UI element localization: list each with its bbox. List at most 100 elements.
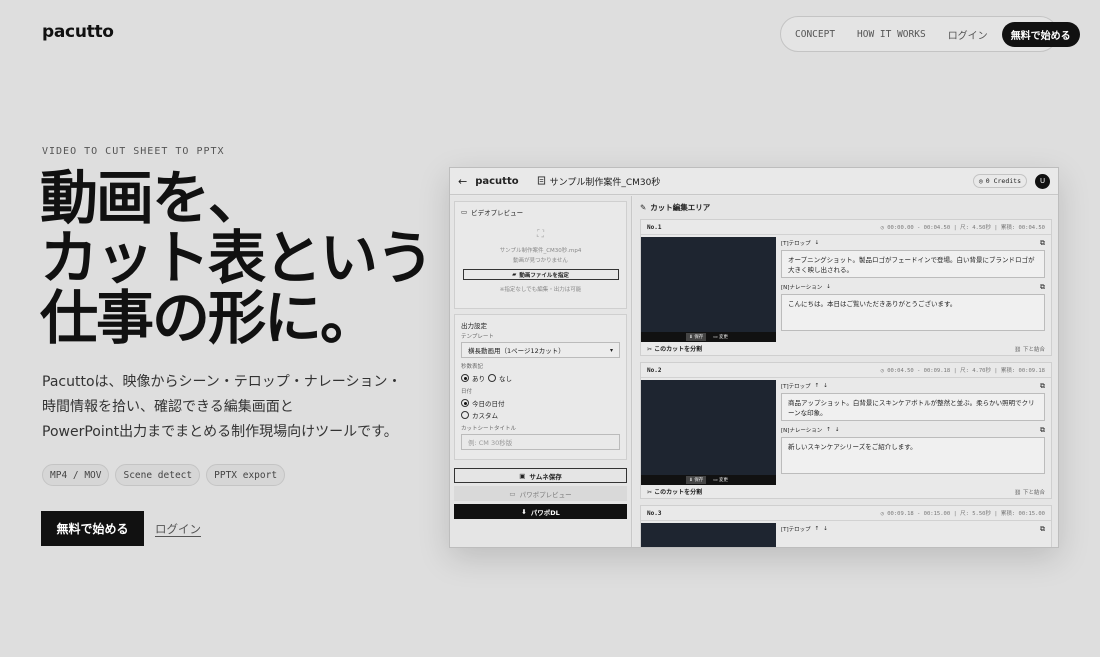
description-line-3: PowerPoint出力までまとめる制作現場向けツールです。 xyxy=(42,424,398,440)
telop-row: [T]テロップ ↑ ↓ ⧉ xyxy=(781,524,1045,534)
video-preview-box: ⛶ サンプル制作案件_CM30秒.mp4 動画が見つかりません ▰ 動画ファイル… xyxy=(461,217,620,303)
nav-signup-button[interactable]: 無料で始める xyxy=(1001,21,1080,47)
split-cut-button[interactable]: ✂ このカットを分割 xyxy=(647,487,702,496)
date-today-label: 今日の日付 xyxy=(472,400,505,408)
nav-login[interactable]: ログイン xyxy=(948,27,988,42)
template-label: テンプレート xyxy=(461,334,494,340)
cut-timecode-text: 00:04.50 - 00:09.18 | 尺: 4.70秒 | 累積: 00:… xyxy=(887,368,1045,374)
date-today-radio[interactable] xyxy=(461,399,469,407)
narration-textarea[interactable]: 新しいスキンケアシリーズをご紹介します。 xyxy=(781,437,1045,474)
cut-thumbnail[interactable] xyxy=(641,523,776,547)
settings-sidebar: ▭ ビデオプレビュー ⛶ サンプル制作案件_CM30秒.mp4 動画が見つかりま… xyxy=(450,196,632,547)
split-cut-button[interactable]: ✂ このカットを分割 xyxy=(647,344,702,353)
telop-textarea[interactable]: 商品アップショット。白背景にスキンケアボトルが整然と並ぶ。柔らかい照明でクリーン… xyxy=(781,393,1045,421)
credits-badge[interactable]: ◎ 0 Credits xyxy=(972,174,1027,188)
copy-icon[interactable]: ⧉ xyxy=(1040,283,1045,292)
cut-timecode-text: 00:09.18 - 00:15.00 | 尺: 5.50秒 | 累積: 00:… xyxy=(887,511,1045,517)
app-header: ← pacutto サンプル制作案件_CM30秒 ◎ 0 Credits U xyxy=(450,168,1058,195)
narration-label: [N]ナレーション xyxy=(781,285,823,291)
pptx-download-button[interactable]: ⬇ パワポDL xyxy=(454,504,627,519)
pill-format: MP4 / MOV xyxy=(42,464,110,486)
cut-number: No.1 xyxy=(647,223,662,231)
cut-thumbnail[interactable]: ⬇ 保存 ▭ 変更 xyxy=(641,237,776,342)
edit-icon: ✎ xyxy=(640,202,647,212)
cut-edit-title: ✎ カット編集エリア xyxy=(640,201,1052,213)
output-settings-title: 出力設定 xyxy=(461,322,487,330)
user-avatar[interactable]: U xyxy=(1035,173,1050,189)
thumbnail-change-label: 変更 xyxy=(718,335,728,340)
cut-timecode: ◷ 00:04.50 - 00:09.18 | 尺: 4.70秒 | 累積: 0… xyxy=(880,368,1045,374)
select-video-label: 動画ファイルを指定 xyxy=(519,272,569,279)
narration-textarea[interactable]: こんにちは。本日はご覧いただきありがとうございます。 xyxy=(781,294,1045,331)
date-today-option[interactable]: 今日の日付 xyxy=(461,398,620,408)
preview-filename: サンプル制作案件_CM30秒.mp4 xyxy=(499,248,582,254)
telop-textarea[interactable]: オープニングショット。製品ロゴがフェードインで登場。白い背景にブランドロゴが大き… xyxy=(781,250,1045,278)
app-logo[interactable]: pacutto xyxy=(475,176,518,187)
brand-logo[interactable]: pacutto xyxy=(42,22,114,42)
cut-card: No.1 ◷ 00:00.00 - 00:04.50 | 尺: 4.50秒 | … xyxy=(640,219,1052,356)
arrow-up-icon[interactable]: ↑ xyxy=(826,427,831,433)
video-icon: ▭ xyxy=(461,208,468,216)
nav-concept[interactable]: CONCEPT xyxy=(795,29,835,40)
save-thumbnails-label: サムネ保存 xyxy=(529,472,562,481)
video-preview-label: ビデオプレビュー xyxy=(471,209,524,217)
seconds-no-label: なし xyxy=(499,375,512,383)
seconds-radio-group: あり なし xyxy=(461,373,620,383)
copy-icon[interactable]: ⧉ xyxy=(1040,382,1045,391)
select-video-button[interactable]: ▰ 動画ファイルを指定 xyxy=(462,269,619,280)
cut-fields: [T]テロップ ↑ ↓ ⧉ xyxy=(776,521,1051,547)
telop-label: [T]テロップ xyxy=(781,527,811,533)
arrow-down-icon[interactable]: ↓ xyxy=(823,526,828,532)
thumbnail-save-label: 保存 xyxy=(694,335,704,340)
pill-scene-detect: Scene detect xyxy=(115,464,201,486)
cut-footer: ✂ このカットを分割 ⛓ 下と結合 xyxy=(641,485,1051,498)
merge-below-button[interactable]: ⛓ 下と結合 xyxy=(1014,345,1045,353)
description-line-2: 時間情報を拾い、確認できる編集画面と xyxy=(42,399,294,415)
sheet-title-label: カットシートタイトル xyxy=(461,426,517,432)
cut-timecode: ◷ 00:00.00 - 00:04.50 | 尺: 4.50秒 | 累積: 0… xyxy=(880,225,1045,231)
pptx-preview-button[interactable]: ▭ パワポプレビュー xyxy=(454,486,627,501)
copy-icon[interactable]: ⧉ xyxy=(1040,239,1045,248)
date-custom-option[interactable]: カスタム xyxy=(461,410,620,420)
thumbnail-change-button[interactable]: ▭ 変更 xyxy=(710,476,731,484)
thumbnail-change-button[interactable]: ▭ 変更 xyxy=(710,333,731,341)
arrow-down-icon[interactable]: ↓ xyxy=(815,240,820,246)
cut-thumbnail[interactable]: ⬇ 保存 ▭ 変更 xyxy=(641,380,776,485)
hero-eyebrow: VIDEO TO CUT SHEET TO PPTX xyxy=(42,146,225,157)
nav-how-it-works[interactable]: HOW IT WORKS xyxy=(857,29,926,40)
arrow-up-icon[interactable]: ↑ xyxy=(815,383,820,389)
cut-number: No.3 xyxy=(647,509,662,517)
arrow-down-icon[interactable]: ↓ xyxy=(835,427,840,433)
credits-label: 0 Credits xyxy=(985,177,1021,185)
headline-line-3: 仕事の形に。 xyxy=(40,284,378,352)
copy-icon[interactable]: ⧉ xyxy=(1040,525,1045,534)
merge-below-button[interactable]: ⛓ 下と結合 xyxy=(1014,488,1045,496)
cut-header: No.3 ◷ 00:09.18 - 00:15.00 | 尺: 5.50秒 | … xyxy=(641,506,1051,521)
download-icon: ⬇ xyxy=(521,507,527,516)
narration-row: [N]ナレーション ↑ ↓ ⧉ xyxy=(781,425,1045,435)
arrow-up-icon[interactable]: ↑ xyxy=(815,526,820,532)
thumbnail-save-button[interactable]: ⬇ 保存 xyxy=(686,333,707,341)
preview-hint: ※指定なしでも編集・出力は可能 xyxy=(499,287,582,293)
back-arrow-icon[interactable]: ← xyxy=(458,175,467,188)
seconds-no-radio[interactable] xyxy=(488,374,496,382)
output-settings-panel: 出力設定 テンプレート 横長動画用（1ページ12カット） ▾ 秒数表記 あり な… xyxy=(454,314,627,460)
chevron-down-icon: ▾ xyxy=(609,346,613,354)
hero-signup-button[interactable]: 無料で始める xyxy=(41,511,144,546)
arrow-down-icon[interactable]: ↓ xyxy=(826,284,831,290)
template-select[interactable]: 横長動画用（1ページ12カット） ▾ xyxy=(461,342,620,358)
hero-login-link[interactable]: ログイン xyxy=(155,521,201,537)
date-custom-radio[interactable] xyxy=(461,411,469,419)
template-value: 横長動画用（1ページ12カット） xyxy=(468,347,565,355)
thumbnail-save-button[interactable]: ⬇ 保存 xyxy=(686,476,707,484)
cut-header: No.1 ◷ 00:00.00 - 00:04.50 | 尺: 4.50秒 | … xyxy=(641,220,1051,235)
telop-row: [T]テロップ ↓ ⧉ xyxy=(781,238,1045,248)
split-cut-label: このカットを分割 xyxy=(654,346,703,353)
seconds-yes-radio[interactable] xyxy=(461,374,469,382)
document-icon xyxy=(537,175,546,187)
arrow-down-icon[interactable]: ↓ xyxy=(823,383,828,389)
narration-label: [N]ナレーション xyxy=(781,428,823,434)
copy-icon[interactable]: ⧉ xyxy=(1040,426,1045,435)
sheet-title-input[interactable]: 例: CM 30秒版 xyxy=(461,434,620,450)
save-thumbnails-button[interactable]: ▣ サムネ保存 xyxy=(454,468,627,483)
